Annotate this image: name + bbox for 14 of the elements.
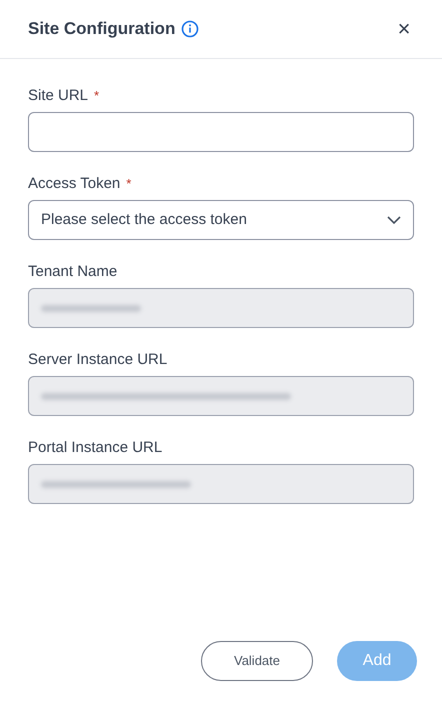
required-mark: * <box>126 175 132 194</box>
field-label: Portal Instance URL <box>28 438 162 458</box>
field-label: Site URL <box>28 86 88 106</box>
info-icon[interactable] <box>181 20 200 38</box>
field-label: Server Instance URL <box>28 350 168 370</box>
chevron-down-icon <box>387 216 401 224</box>
dialog-title: Site Configuration <box>28 18 176 40</box>
close-button[interactable]: × <box>394 19 414 39</box>
field-label: Access Token <box>28 174 120 194</box>
required-mark: * <box>94 87 100 106</box>
input-field[interactable] <box>28 112 414 152</box>
validate-button[interactable]: Validate <box>201 641 313 681</box>
select-field[interactable]: Please select the access token <box>28 200 414 240</box>
field-label: Tenant Name <box>28 262 118 282</box>
